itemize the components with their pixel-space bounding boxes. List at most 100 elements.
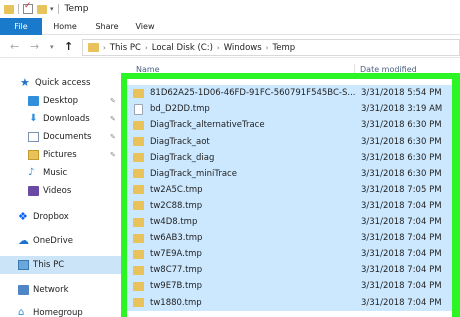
onedrive-icon: ☁ [18,234,29,247]
chevron-right-icon[interactable]: › [217,44,220,52]
tab-file[interactable]: File [0,18,42,35]
file-row[interactable]: tw7E9A.tmp 3/31/2018 7:04 PM [127,246,452,263]
file-row[interactable]: tw1880.tmp 3/31/2018 7:04 PM [127,294,452,311]
star-icon: ★ [20,76,30,89]
navigation-bar: ← → ▾ ↑ › This PC › Local Disk (C:) › Wi… [0,36,460,58]
sidebar-item-videos[interactable]: Videos [0,182,122,200]
sidebar-item-label: Downloads [43,114,90,124]
file-row[interactable]: DiagTrack_diag 3/31/2018 6:30 PM [127,149,452,166]
address-bar[interactable]: › This PC › Local Disk (C:) › Windows › … [82,39,460,56]
breadcrumb-windows[interactable]: Windows [224,43,262,53]
sidebar-item-label: Pictures [43,150,77,160]
sidebar-item-this-pc[interactable]: This PC [0,256,122,274]
tab-view[interactable]: View [130,18,160,35]
folder-icon [133,298,144,308]
file-name: tw2A5C.tmp [150,184,203,195]
sidebar-item-network[interactable]: Network [0,281,122,299]
sidebar-item-label: OneDrive [33,236,73,246]
file-row[interactable]: 81D62A25-1D06-46FD-91FC-560791F545BC-S..… [127,85,452,102]
sidebar-item-quick-access[interactable]: ★ Quick access [0,74,122,92]
back-arrow-icon[interactable]: ← [10,40,19,53]
file-row[interactable]: DiagTrack_miniTrace 3/31/2018 6:30 PM [127,165,452,182]
breadcrumb-this-pc[interactable]: This PC [110,43,141,53]
pictures-icon [28,150,39,160]
folder-icon [133,137,144,147]
file-row[interactable]: DiagTrack_alternativeTrace 3/31/2018 6:30… [127,117,452,134]
sidebar-item-label: Music [43,168,68,178]
file-date-modified: 3/31/2018 6:30 PM [361,168,442,179]
file-name: tw7E9A.tmp [150,249,202,260]
file-list: 81D62A25-1D06-46FD-91FC-560791F545BC-S..… [127,85,452,317]
file-row[interactable]: DiagTrack_aot 3/31/2018 6:30 PM [127,133,452,150]
sidebar-item-label: Documents [43,132,92,142]
ribbon-tabs: File Home Share View [0,18,460,35]
sidebar-item-music[interactable]: ♪ Music [0,164,122,182]
sidebar-item-label: This PC [33,260,65,270]
file-name: tw8C77.tmp [150,265,203,276]
breadcrumb-temp[interactable]: Temp [272,43,295,53]
forward-arrow-icon[interactable]: → [30,40,39,53]
sidebar-item-homegroup[interactable]: ⌂ Homegroup [0,304,122,317]
file-date-modified: 3/31/2018 6:30 PM [361,152,442,163]
videos-icon [28,186,39,196]
title-divider [18,4,19,14]
file-date-modified: 3/31/2018 7:04 PM [361,217,442,228]
sidebar-item-dropbox[interactable]: ❖ Dropbox [0,208,122,226]
file-row[interactable]: tw6AB3.tmp 3/31/2018 7:04 PM [127,229,452,247]
sidebar-item-label: Network [33,285,69,295]
sidebar-item-desktop[interactable]: Desktop ✎ [0,92,122,110]
file-name: tw2C88.tmp [150,200,203,211]
file-name: DiagTrack_diag [150,152,215,163]
file-date-modified: 3/31/2018 7:04 PM [361,200,442,211]
new-folder-icon[interactable] [37,4,47,14]
up-arrow-icon[interactable]: ↑ [64,40,73,53]
file-row[interactable]: tw2C88.tmp 3/31/2018 7:04 PM [127,197,452,215]
folder-icon [133,265,144,275]
file-date-modified: 3/31/2018 5:54 PM [361,88,442,99]
pin-icon[interactable]: ✎ [110,133,116,141]
file-name: bd_D2DD.tmp [150,104,210,115]
recent-locations-icon[interactable]: ▾ [50,43,54,51]
folder-icon [133,169,144,179]
file-row[interactable]: tw8C77.tmp 3/31/2018 7:04 PM [127,262,452,279]
file-row[interactable]: tw2A5C.tmp 3/31/2018 7:05 PM [127,181,452,199]
file-row[interactable]: tw9E7B.tmp 3/31/2018 7:04 PM [127,278,452,295]
breadcrumb-local-disk[interactable]: Local Disk (C:) [152,43,213,53]
pin-icon[interactable]: ✎ [110,115,116,123]
title-bar: ▾ Temp [0,0,460,18]
file-date-modified: 3/31/2018 7:04 PM [361,233,442,244]
sidebar-item-pictures[interactable]: Pictures ✎ [0,146,122,164]
sidebar-item-downloads[interactable]: ⬇ Downloads ✎ [0,110,122,128]
music-icon: ♪ [28,167,35,178]
file-date-modified: 3/31/2018 7:05 PM [361,184,442,195]
download-icon: ⬇ [29,113,38,124]
tab-share[interactable]: Share [92,18,122,35]
sidebar-item-label: Videos [43,186,72,196]
file-name: DiagTrack_aot [150,136,210,147]
pin-icon[interactable]: ✎ [110,97,116,105]
properties-icon[interactable] [23,1,33,14]
sidebar-item-onedrive[interactable]: ☁ OneDrive [0,232,122,250]
homegroup-icon: ⌂ [18,307,25,317]
file-date-modified: 3/31/2018 6:30 PM [361,136,442,147]
sidebar-item-label: Homegroup [33,308,83,317]
file-date-modified: 3/31/2018 3:19 AM [361,104,443,115]
sidebar-item-label: Dropbox [33,212,69,222]
dropbox-icon: ❖ [18,210,28,223]
folder-icon [133,201,144,211]
this-pc-icon [18,260,29,270]
file-name: DiagTrack_miniTrace [150,168,237,179]
chevron-right-icon[interactable]: › [103,44,106,52]
file-date-modified: 3/31/2018 6:30 PM [361,120,442,131]
tab-home[interactable]: Home [50,18,80,35]
chevron-right-icon[interactable]: › [266,44,269,52]
chevron-right-icon[interactable]: › [145,44,148,52]
sidebar-item-documents[interactable]: Documents ✎ [0,128,122,146]
file-name: tw9E7B.tmp [150,281,203,292]
file-row[interactable]: bd_D2DD.tmp 3/31/2018 3:19 AM [127,101,452,118]
title-divider [57,4,59,14]
folder-icon [133,217,144,227]
quick-access-dropdown-icon[interactable]: ▾ [50,5,54,13]
pin-icon[interactable]: ✎ [110,151,116,159]
file-row[interactable]: tw4D8.tmp 3/31/2018 7:04 PM [127,213,452,231]
